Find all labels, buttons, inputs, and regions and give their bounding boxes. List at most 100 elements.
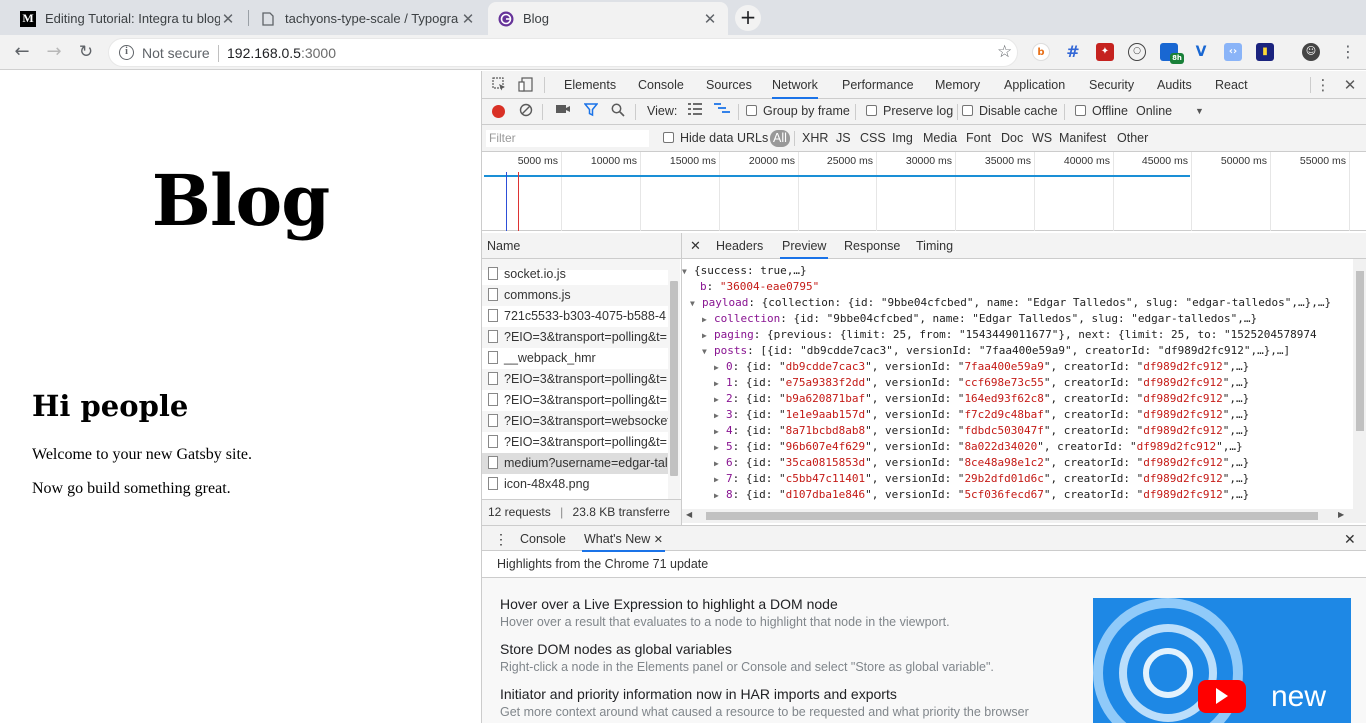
whats-new-video-thumbnail[interactable]: new xyxy=(1093,598,1351,723)
tab-headers[interactable]: Headers xyxy=(716,233,763,259)
close-icon[interactable]: ✕ xyxy=(460,10,476,28)
url-text[interactable]: 192.168.0.5:3000 xyxy=(227,45,336,61)
reload-icon[interactable]: ↻ xyxy=(74,40,98,64)
extension-red-icon[interactable]: ✦ xyxy=(1096,43,1114,61)
info-icon[interactable]: i xyxy=(119,45,134,60)
collapse-triangle-icon[interactable]: ▶ xyxy=(714,392,726,408)
extension-code-icon[interactable]: ‹› xyxy=(1224,43,1242,61)
throttle-select[interactable]: Online xyxy=(1136,104,1172,118)
search-icon[interactable] xyxy=(610,103,626,119)
json-post-row[interactable]: ▶ 0: {id: "db9cdde7cac3", versionId: "7fa… xyxy=(714,359,1249,375)
bookmark-star-icon[interactable]: ☆ xyxy=(997,42,1012,62)
extension-book-icon[interactable]: ▮ xyxy=(1256,43,1274,61)
filter-type-all[interactable]: All xyxy=(770,130,790,147)
collapse-triangle-icon[interactable]: ▶ xyxy=(714,472,726,488)
extension-b-icon[interactable]: b xyxy=(1032,43,1050,61)
tab-response[interactable]: Response xyxy=(844,233,900,259)
tab-sources[interactable]: Sources xyxy=(706,71,752,99)
filter-type-img[interactable]: Img xyxy=(892,131,913,145)
filter-type-xhr[interactable]: XHR xyxy=(802,131,828,145)
tab-console[interactable]: Console xyxy=(638,71,684,99)
table-row[interactable]: ?EIO=3&transport=polling&t= xyxy=(482,432,668,453)
json-row[interactable]: b: "36004-eae0795" xyxy=(700,279,819,295)
overview-icon[interactable] xyxy=(714,103,730,119)
disable-cache-checkbox[interactable]: Disable cache xyxy=(962,104,1058,118)
collapse-triangle-icon[interactable]: ▶ xyxy=(714,360,726,376)
filter-type-css[interactable]: CSS xyxy=(860,131,886,145)
scrollbar-thumb[interactable] xyxy=(670,281,678,476)
tab-security[interactable]: Security xyxy=(1089,71,1134,99)
name-column-header[interactable]: Name xyxy=(482,233,682,259)
checkbox[interactable] xyxy=(866,105,877,116)
extension-circle-icon[interactable]: ○ xyxy=(1128,43,1146,61)
collapse-triangle-icon[interactable]: ▶ xyxy=(714,408,726,424)
extension-grid-icon[interactable]: # xyxy=(1064,43,1082,61)
tab-audits[interactable]: Audits xyxy=(1157,71,1192,99)
table-row[interactable]: icon-48x48.png xyxy=(482,474,668,495)
tab-timing[interactable]: Timing xyxy=(916,233,953,259)
json-row[interactable]: ▶ paging: {previous: {limit: 25, from: "1… xyxy=(702,327,1317,343)
table-row[interactable]: ?EIO=3&transport=websocket xyxy=(482,411,668,432)
table-row[interactable]: ?EIO=3&transport=polling&t= xyxy=(482,327,668,348)
close-devtools-icon[interactable]: ✕ xyxy=(1342,77,1358,93)
expand-triangle-icon[interactable]: ▼ xyxy=(702,344,714,360)
close-icon[interactable]: ✕ xyxy=(702,10,718,28)
preview-horizontal-scrollbar[interactable]: ◀ ▶ xyxy=(682,509,1366,523)
collapse-triangle-icon[interactable]: ▶ xyxy=(714,376,726,392)
checkbox[interactable] xyxy=(746,105,757,116)
profile-avatar[interactable]: ☺ xyxy=(1302,43,1320,61)
close-drawer-icon[interactable]: ✕ xyxy=(1344,526,1356,552)
back-icon[interactable]: ← xyxy=(10,40,34,64)
json-root[interactable]: ▼ {success: true,…} xyxy=(682,263,807,279)
table-row[interactable]: __webpack_hmr xyxy=(482,348,668,369)
whats-new-title[interactable]: Store DOM nodes as global variables xyxy=(500,641,732,657)
drawer-menu-icon[interactable]: ⋮ xyxy=(494,526,508,552)
table-row[interactable]: ?EIO=3&transport=polling&t= xyxy=(482,390,668,411)
more-kebab-icon[interactable]: ⋮ xyxy=(1315,77,1331,93)
json-post-row[interactable]: ▶ 7: {id: "c5bb47c11401", versionId: "29b… xyxy=(714,471,1249,487)
table-row[interactable]: 721c5533-b303-4075-b588-4 xyxy=(482,306,668,327)
table-row-selected[interactable]: medium?username=edgar-tal xyxy=(482,453,668,474)
tab-performance[interactable]: Performance xyxy=(842,71,914,99)
preserve-log-checkbox[interactable]: Preserve log xyxy=(866,104,953,118)
offline-checkbox[interactable]: Offline xyxy=(1075,104,1128,118)
checkbox[interactable] xyxy=(962,105,973,116)
capture-screenshots-icon[interactable] xyxy=(555,103,571,119)
group-by-frame-checkbox[interactable]: Group by frame xyxy=(746,104,850,118)
whats-new-title[interactable]: Hover over a Live Expression to highligh… xyxy=(500,596,838,612)
json-row[interactable]: ▶ collection: {id: "9bbe04cfcbed", name: … xyxy=(702,311,1257,327)
address-bar[interactable]: i Not secure 192.168.0.5:3000 ☆ xyxy=(108,38,1018,67)
json-post-row[interactable]: ▶ 3: {id: "1e1e9aab157d", versionId: "f7c… xyxy=(714,407,1249,423)
tab-medium[interactable]: M Editing Tutorial: Integra tu blog ✕ xyxy=(10,2,246,35)
scroll-left-icon[interactable]: ◀ xyxy=(686,510,692,519)
network-overview-timeline[interactable]: 5000 ms 10000 ms 15000 ms 20000 ms 25000… xyxy=(482,152,1366,231)
table-row[interactable]: commons.js xyxy=(482,285,668,306)
request-list-scrollbar[interactable] xyxy=(668,259,680,499)
json-post-row[interactable]: ▶ 8: {id: "d107dba1e846", versionId: "5cf… xyxy=(714,487,1249,503)
json-post-row[interactable]: ▶ 4: {id: "8a71bcbd8ab8", versionId: "fdb… xyxy=(714,423,1249,439)
clear-icon[interactable] xyxy=(518,103,534,119)
collapse-triangle-icon[interactable]: ▶ xyxy=(714,440,726,456)
record-icon[interactable] xyxy=(492,105,505,118)
filter-type-doc[interactable]: Doc xyxy=(1001,131,1023,145)
close-icon[interactable]: ✕ xyxy=(654,534,663,546)
scroll-right-icon[interactable]: ▶ xyxy=(1338,510,1344,519)
collapse-triangle-icon[interactable]: ▶ xyxy=(714,488,726,504)
large-rows-icon[interactable] xyxy=(687,103,703,119)
tab-tachyons[interactable]: tachyons-type-scale / Typogra ✕ xyxy=(250,2,486,35)
tab-elements[interactable]: Elements xyxy=(564,71,616,99)
json-post-row[interactable]: ▶ 2: {id: "b9a620871baf", versionId: "164… xyxy=(714,391,1249,407)
json-post-row[interactable]: ▶ 6: {id: "35ca0815853d", versionId: "8ce… xyxy=(714,455,1249,471)
scrollbar-thumb[interactable] xyxy=(1356,271,1364,431)
device-toolbar-icon[interactable] xyxy=(517,77,533,93)
filter-type-other[interactable]: Other xyxy=(1117,131,1148,145)
json-post-row[interactable]: ▶ 1: {id: "e75a9383f2dd", versionId: "ccf… xyxy=(714,375,1249,391)
tab-blog[interactable]: Blog ✕ xyxy=(488,2,728,35)
json-row[interactable]: ▼ payload: {collection: {id: "9bbe04cfcbe… xyxy=(690,295,1331,311)
checkbox[interactable] xyxy=(1075,105,1086,116)
extension-v-icon[interactable]: V xyxy=(1192,43,1210,61)
whats-new-title[interactable]: Initiator and priority information now i… xyxy=(500,686,897,702)
collapse-triangle-icon[interactable]: ▶ xyxy=(702,312,714,328)
new-tab-button[interactable]: + xyxy=(735,5,761,31)
tab-memory[interactable]: Memory xyxy=(935,71,980,99)
